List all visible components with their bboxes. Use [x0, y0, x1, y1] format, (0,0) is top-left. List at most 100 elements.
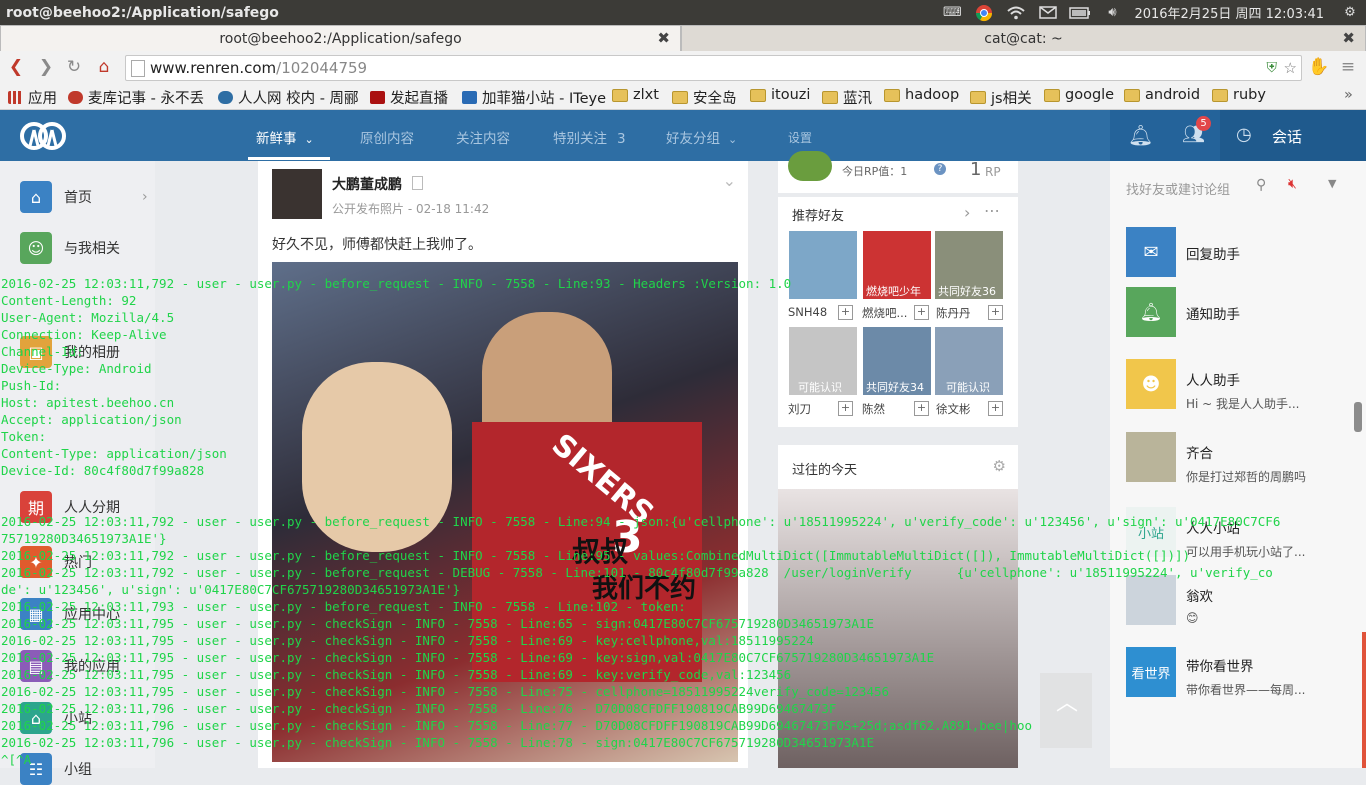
- nav-special[interactable]: 特别关注 3: [553, 127, 626, 147]
- rp-card: 今日RP值：1 ? 1 RP: [778, 151, 1018, 193]
- nav-following[interactable]: 关注内容: [456, 127, 510, 147]
- gear-icon[interactable]: ⚙: [1339, 4, 1361, 22]
- bookmark-folder-hadoop[interactable]: hadoop: [884, 87, 959, 103]
- bookmark-folder-anquandao[interactable]: 安全岛: [672, 87, 737, 108]
- bookmarks-overflow-icon[interactable]: »: [1344, 87, 1353, 103]
- terminal-line: Device-Type: Android: [1, 361, 152, 376]
- system-top-panel: root@beehoo2:/Application/safego ⌨ 🔊︎ 20…: [0, 0, 1366, 25]
- chevron-down-icon: ⌄: [304, 133, 314, 146]
- back-button[interactable]: ❮: [6, 57, 26, 77]
- chevron-down-icon: ⌄: [728, 133, 738, 146]
- sidebar-item-related[interactable]: ☺ 与我相关: [20, 232, 120, 264]
- sidebar-label: 与我相关: [64, 241, 120, 257]
- nav-original[interactable]: 原创内容: [360, 127, 414, 147]
- chevron-down-icon[interactable]: ▼: [1328, 177, 1336, 190]
- bookmark-folder-itouzi[interactable]: itouzi: [750, 87, 810, 103]
- profile-icon: ☺: [20, 232, 52, 264]
- nav-count: 3: [617, 131, 626, 147]
- terminal-line: de': u'123456', u'sign': u'0417E80C7CF67…: [1, 582, 461, 597]
- nav-news-feed[interactable]: 新鲜事 ⌄: [256, 127, 314, 147]
- clock-icon: ◷: [1236, 124, 1252, 145]
- bookmark-folder-js[interactable]: js相关: [970, 87, 1032, 108]
- reload-button[interactable]: ↻: [64, 57, 84, 77]
- folder-icon: [750, 88, 766, 102]
- terminal-tab-label: cat@cat: ~: [984, 30, 1063, 47]
- terminal-tab-cat[interactable]: cat@cat: ~ ✖: [681, 25, 1366, 51]
- mail-icon[interactable]: [1037, 4, 1059, 22]
- battery-icon[interactable]: [1069, 4, 1091, 22]
- nav-friend-groups[interactable]: 好友分组 ⌄: [666, 127, 737, 147]
- sidebar-label: 首页: [64, 190, 92, 206]
- rp-value: 1: [970, 159, 982, 180]
- bookmark-iteye[interactable]: 加菲猫小站 - ITeye: [462, 87, 606, 108]
- terminal-line: Connection: Keep-Alive: [1, 327, 167, 342]
- browser-toolbar: ❮ ❯ ↻ ⌂ www.renren.com/102044759 ⛨ ☆ ✋ ≡: [0, 51, 1366, 85]
- extension-icon[interactable]: ✋: [1308, 57, 1329, 77]
- renren-icon: [218, 91, 233, 104]
- sidebar-item-home[interactable]: ⌂ 首页 ›: [20, 181, 148, 213]
- folder-icon: [612, 88, 628, 102]
- bell-icon[interactable]: 🔔︎: [1128, 123, 1153, 147]
- keyboard-icon[interactable]: ⌨: [941, 4, 963, 22]
- bookmark-folder-ruby[interactable]: ruby: [1212, 87, 1266, 103]
- forward-button[interactable]: ❯: [36, 57, 56, 77]
- terminal-line: Content-Type: application/json: [1, 446, 227, 461]
- post-text: 好久不见，师傅都快赶上我帅了。: [272, 237, 482, 253]
- talk-tab[interactable]: ◷ 会话: [1220, 110, 1366, 161]
- terminal-line: User-Agent: Mozilla/4.5: [1, 310, 175, 325]
- volume-icon[interactable]: 🔊︎: [1101, 4, 1123, 22]
- clock[interactable]: 2016年2月25日 周四 12:03:41: [1134, 3, 1324, 22]
- bookmark-renren[interactable]: 人人网 校内 - 周郦: [218, 87, 359, 108]
- page-icon: [131, 60, 145, 77]
- chat-search-input[interactable]: 找好友或建讨论组: [1126, 179, 1230, 198]
- bookmark-maiku[interactable]: 麦库记事 - 永不丢: [68, 87, 204, 108]
- chevron-down-icon[interactable]: ⌄: [723, 171, 736, 190]
- folder-icon: [822, 91, 838, 104]
- bookmark-folder-lanxun[interactable]: 蓝汛: [822, 87, 872, 108]
- terminal-line: 2016-02-25 12:03:11,796 - user - user.py…: [1, 735, 874, 750]
- bookmark-label: android: [1145, 87, 1201, 103]
- home-icon: ⌂: [20, 181, 52, 213]
- mute-icon[interactable]: 🔇︎: [1288, 176, 1297, 192]
- shield-icon[interactable]: ⛨: [1267, 56, 1278, 80]
- post-author[interactable]: 大鹏董成鹏: [332, 174, 402, 194]
- post-meta: 公开发布照片 - 02-18 11:42: [332, 202, 490, 216]
- bookmark-folder-google[interactable]: google: [1044, 87, 1114, 103]
- terminal-line: 2016-02-25 12:03:11,795 - user - user.py…: [1, 667, 792, 682]
- terminal-line: ^[^A: [1, 752, 32, 767]
- author-avatar[interactable]: [272, 169, 322, 219]
- live-icon: [370, 91, 385, 104]
- bookmark-folder-zlxt[interactable]: zlxt: [612, 87, 659, 103]
- folder-icon: [1124, 88, 1140, 102]
- help-icon[interactable]: ?: [934, 163, 946, 175]
- search-icon[interactable]: ⚲: [1256, 177, 1266, 193]
- nav-settings[interactable]: 设置: [788, 129, 812, 146]
- chat-item-reply-helper[interactable]: ✉ 回复助手: [1126, 227, 1240, 277]
- terminal-tab-root[interactable]: root@beehoo2:/Application/safego ✖: [0, 25, 681, 51]
- more-icon[interactable]: ⋯: [984, 201, 1000, 220]
- rp-avatar: [788, 151, 832, 181]
- bookmark-label: itouzi: [771, 87, 811, 103]
- url-host: www.renren.com: [150, 59, 277, 77]
- close-icon[interactable]: ✖: [657, 29, 670, 47]
- terminal-line: Host: apitest.beehoo.cn: [1, 395, 175, 410]
- bookmark-folder-android[interactable]: android: [1124, 87, 1200, 103]
- wifi-icon[interactable]: [1005, 4, 1027, 22]
- address-bar[interactable]: www.renren.com/102044759 ⛨ ☆: [125, 55, 1302, 81]
- bookmark-live[interactable]: 发起直播: [370, 87, 448, 108]
- terminal-tab-label: root@beehoo2:/Application/safego: [219, 30, 462, 47]
- terminal-output[interactable]: 2016-02-25 12:03:11,792 - user - user.py…: [0, 275, 1366, 768]
- url-path: /102044759: [276, 59, 368, 77]
- home-button[interactable]: ⌂: [94, 57, 114, 77]
- bookmark-apps[interactable]: 应用: [8, 87, 57, 108]
- menu-icon[interactable]: ≡: [1338, 57, 1358, 77]
- star-icon[interactable]: ☆: [1284, 56, 1297, 80]
- renren-logo[interactable]: [20, 120, 66, 152]
- nav-label: 新鲜事: [256, 131, 297, 147]
- iteye-icon: [462, 91, 477, 104]
- close-icon[interactable]: ✖: [1342, 29, 1355, 47]
- folder-icon: [1044, 88, 1060, 102]
- nav-label: 设置: [788, 131, 813, 145]
- chevron-right-icon[interactable]: ›: [964, 203, 970, 222]
- chrome-icon[interactable]: [973, 4, 995, 22]
